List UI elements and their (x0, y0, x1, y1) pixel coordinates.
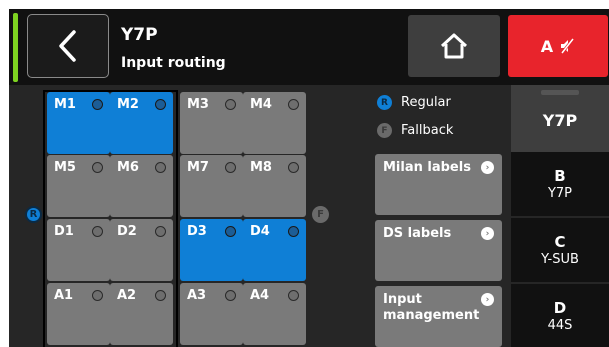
input-management-button[interactable]: Input management › (375, 286, 502, 347)
routing-cell-d3[interactable]: D3 (180, 219, 243, 281)
screen: Y7P Input routing A R F R Regular F Fall… (9, 9, 609, 347)
ds-labels-label: DS labels (383, 226, 452, 241)
routing-indicator-icon (92, 226, 103, 237)
routing-cell-label: M5 (54, 160, 76, 175)
header: Y7P Input routing A (9, 9, 609, 85)
channel-letter: C (554, 233, 566, 251)
chevron-right-icon: › (481, 293, 494, 306)
routing-indicator-icon (155, 162, 166, 173)
routing-indicator-icon (92, 99, 103, 110)
routing-cell-label: M4 (250, 97, 272, 112)
channel-name: Y7P (547, 186, 573, 201)
routing-cell-a2[interactable]: A2 (110, 283, 173, 345)
milan-labels-button[interactable]: Milan labels › (375, 154, 502, 215)
routing-cell-d2[interactable]: D2 (110, 219, 173, 281)
channel-letter: D (553, 299, 567, 317)
routing-indicator-icon (288, 162, 299, 173)
device-name: Y7P (121, 25, 158, 45)
routing-cell-m6[interactable]: M6 (110, 155, 173, 217)
selected-indicator (541, 90, 579, 95)
routing-indicator-icon (225, 162, 236, 173)
routing-cell-m4[interactable]: M4 (243, 92, 306, 154)
routing-cell-m8[interactable]: M8 (243, 155, 306, 217)
routing-cell-a1[interactable]: A1 (47, 283, 110, 345)
back-button[interactable] (27, 14, 109, 78)
routing-indicator-icon (225, 99, 236, 110)
status-bar (13, 13, 18, 82)
routing-cell-label: A2 (117, 288, 137, 303)
channel-list: Y7P B Y7P C Y-SUB D 44S (511, 85, 609, 347)
speaker-muted-icon (561, 38, 575, 54)
channel-letter: B (554, 167, 566, 185)
routing-cell-m2[interactable]: M2 (110, 92, 173, 154)
home-button[interactable] (408, 15, 500, 77)
channel-name: Y-SUB (541, 252, 579, 267)
routing-cell-label: M3 (187, 97, 209, 112)
routing-indicator-icon (288, 99, 299, 110)
routing-cell-label: D1 (54, 224, 74, 239)
mute-label: A (540, 36, 554, 56)
routing-cell-label: D2 (117, 224, 137, 239)
chevron-right-icon: › (481, 161, 494, 174)
legend-regular: R Regular (377, 95, 451, 110)
input-management-label-line2: management (383, 308, 480, 323)
input-management-label-line1: Input (383, 292, 422, 307)
routing-cell-label: D4 (250, 224, 270, 239)
channel-d[interactable]: D 44S (511, 284, 609, 347)
routing-cell-label: M7 (187, 160, 209, 175)
legend-fallback-label: Fallback (401, 123, 454, 138)
mute-button[interactable]: A (508, 15, 608, 77)
channel-c[interactable]: C Y-SUB (511, 218, 609, 282)
routing-cell-label: D3 (187, 224, 207, 239)
legend-regular-label: Regular (401, 95, 451, 110)
routing-indicator-icon (155, 290, 166, 301)
legend-fallback: F Fallback (377, 123, 453, 138)
routing-cell-label: M6 (117, 160, 139, 175)
milan-labels-label: Milan labels (383, 160, 471, 175)
channel-selected-name: Y7P (542, 111, 578, 130)
page-title: Input routing (121, 55, 226, 71)
home-icon (440, 33, 468, 59)
routing-cell-d4[interactable]: D4 (243, 219, 306, 281)
routing-cell-m3[interactable]: M3 (180, 92, 243, 154)
ds-labels-button[interactable]: DS labels › (375, 220, 502, 281)
channel-name: 44S (547, 318, 573, 333)
routing-indicator-icon (155, 226, 166, 237)
routing-indicator-icon (225, 226, 236, 237)
routing-cell-d1[interactable]: D1 (47, 219, 110, 281)
routing-indicator-icon (288, 226, 299, 237)
chevron-right-icon: › (481, 227, 494, 240)
routing-indicator-icon (92, 162, 103, 173)
channel-selected[interactable]: Y7P (511, 85, 609, 152)
routing-indicator-icon (155, 99, 166, 110)
routing-cell-label: A3 (187, 288, 207, 303)
channel-b[interactable]: B Y7P (511, 152, 609, 216)
routing-cell-a3[interactable]: A3 (180, 283, 243, 345)
routing-cell-m5[interactable]: M5 (47, 155, 110, 217)
routing-indicator-icon (92, 290, 103, 301)
routing-cell-label: M8 (250, 160, 272, 175)
routing-cell-label: M1 (54, 97, 76, 112)
routing-cell-label: M2 (117, 97, 139, 112)
input-management-label: Input management (383, 292, 479, 324)
regular-marker: R (25, 206, 42, 223)
routing-indicator-icon (288, 290, 299, 301)
routing-cell-label: A1 (54, 288, 74, 303)
fallback-marker: F (312, 206, 329, 223)
regular-badge: R (377, 95, 392, 110)
routing-cell-m1[interactable]: M1 (47, 92, 110, 154)
routing-cell-label: A4 (250, 288, 270, 303)
chevron-left-icon (59, 30, 76, 62)
fallback-badge: F (377, 123, 392, 138)
routing-cell-a4[interactable]: A4 (243, 283, 306, 345)
routing-indicator-icon (225, 290, 236, 301)
routing-cell-m7[interactable]: M7 (180, 155, 243, 217)
